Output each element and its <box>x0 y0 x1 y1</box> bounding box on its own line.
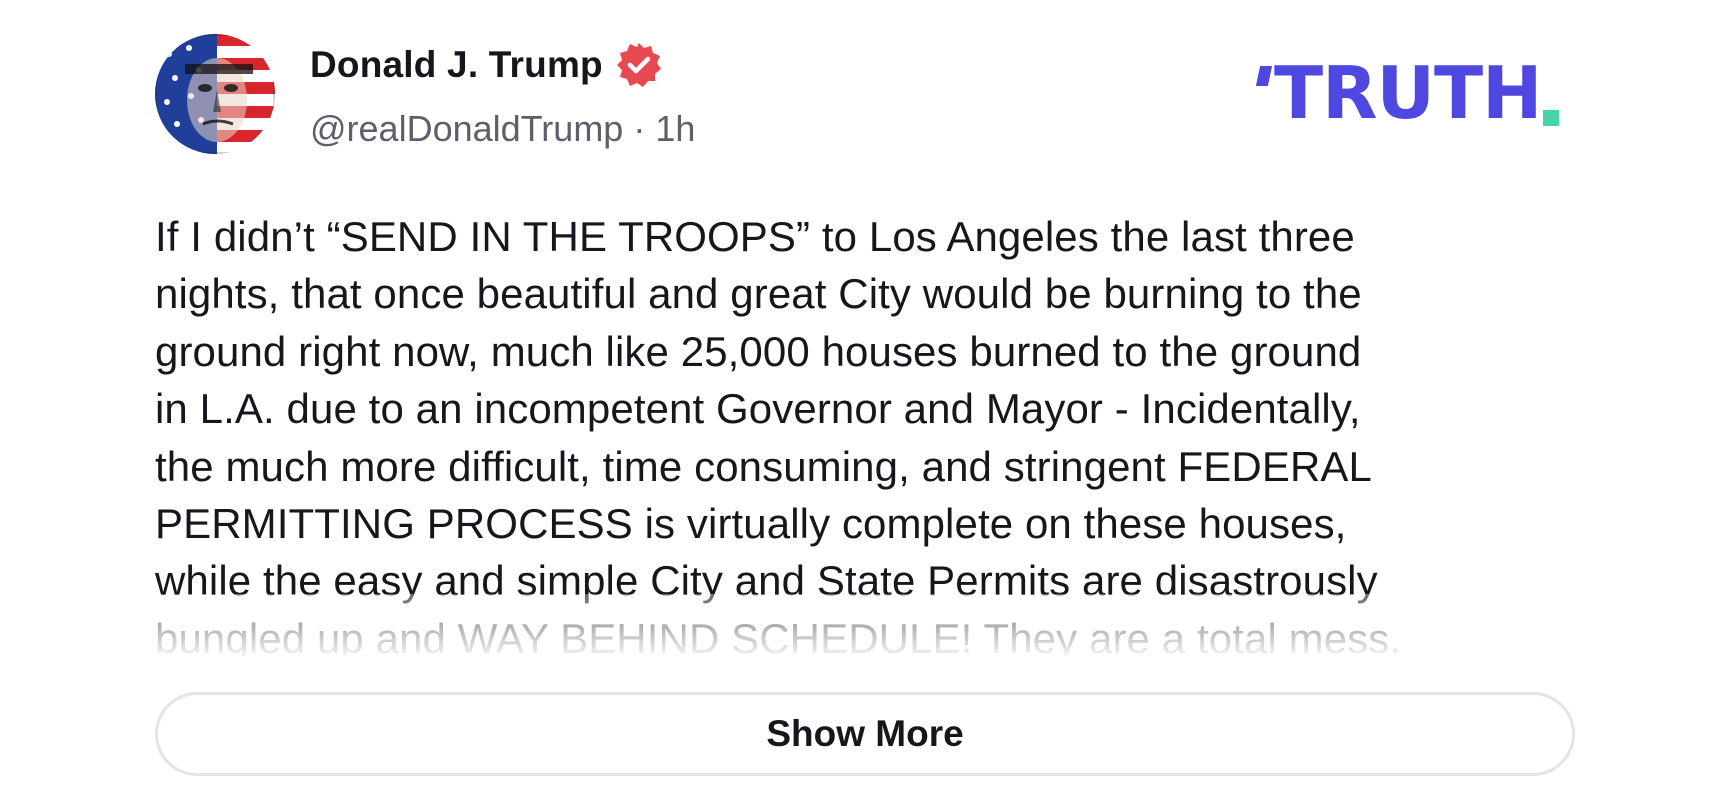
meta-separator: · <box>633 108 646 149</box>
post-card: Donald J. Trump @realDonaldTrump · 1h TR… <box>0 0 1717 790</box>
show-more-button[interactable]: Show More <box>155 692 1575 776</box>
american-flag-portrait-avatar-icon <box>155 34 275 154</box>
author-display-name[interactable]: Donald J. Trump <box>310 44 603 86</box>
logo-wordmark: TRUTH <box>1274 51 1542 135</box>
post-body-container: If I didn’t “SEND IN THE TROOPS” to Los … <box>155 208 1575 656</box>
logo-accent-dot <box>1543 110 1560 126</box>
author-handle[interactable]: @realDonaldTrump <box>310 108 623 150</box>
author-name-row: Donald J. Trump <box>310 40 663 90</box>
author-meta-row: @realDonaldTrump · 1h <box>310 108 695 150</box>
logo-tick-mark <box>1255 66 1273 86</box>
verified-badge-icon <box>616 43 661 87</box>
post-body-text: If I didn’t “SEND IN THE TROOPS” to Los … <box>155 213 1402 656</box>
post-timestamp[interactable]: 1h <box>655 108 695 150</box>
avatar[interactable] <box>155 34 275 154</box>
truth-social-logo: TRUTH <box>1255 51 1560 135</box>
